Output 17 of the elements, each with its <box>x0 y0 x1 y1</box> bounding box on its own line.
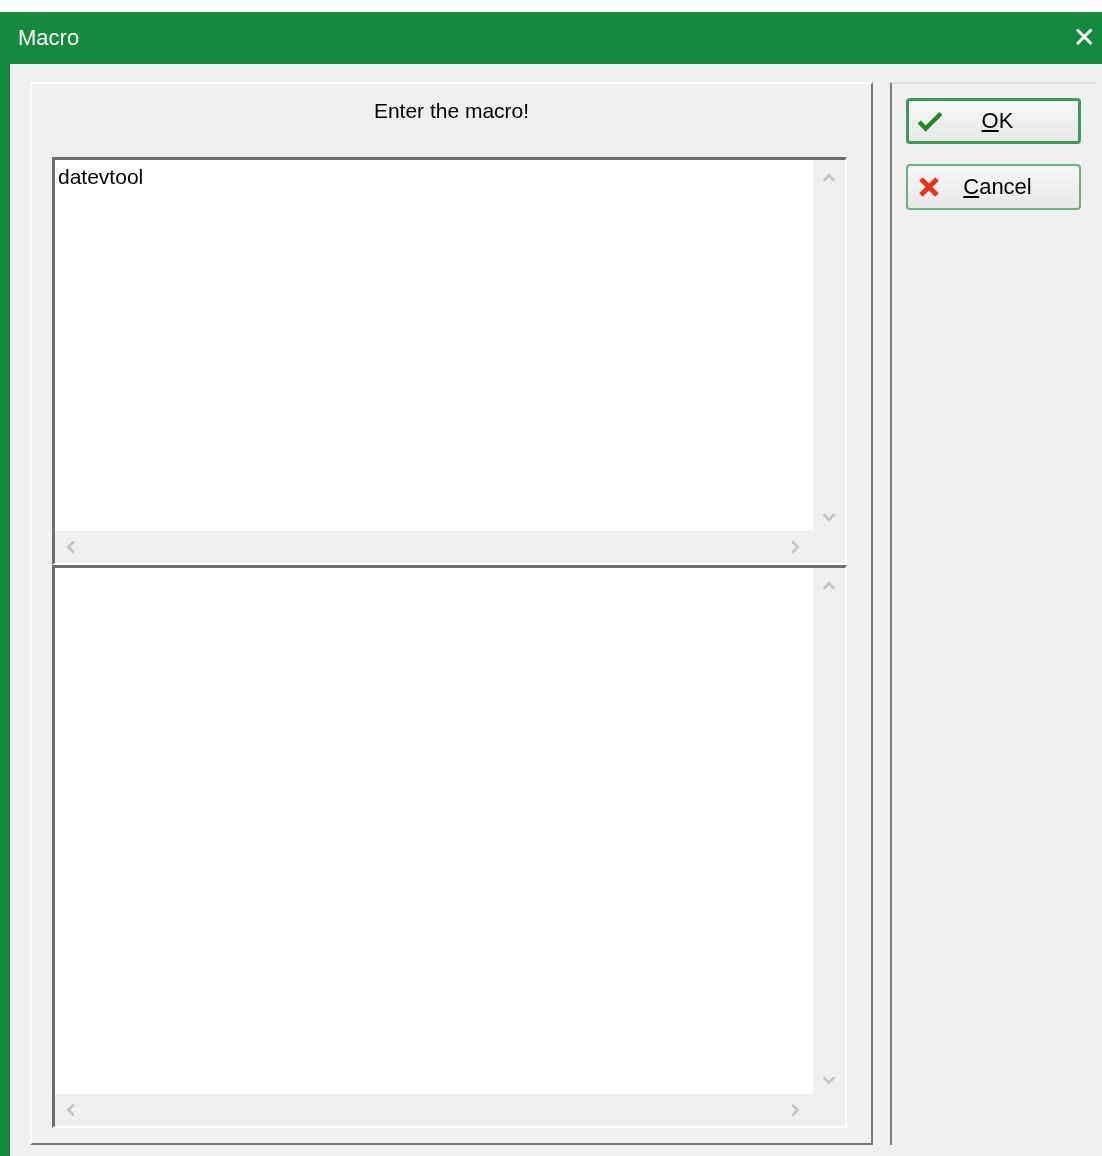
macro-editor[interactable]: datevtool <box>52 157 847 565</box>
scroll-right-icon[interactable] <box>790 539 801 555</box>
close-button[interactable]: ✕ <box>1066 24 1102 52</box>
prompt-label: Enter the macro! <box>373 99 530 123</box>
scroll-left-icon[interactable] <box>65 1102 76 1118</box>
scroll-down-icon[interactable] <box>821 1075 837 1086</box>
scroll-down-icon[interactable] <box>821 512 837 523</box>
cross-icon <box>916 175 942 199</box>
cancel-button[interactable]: Cancel <box>906 164 1081 210</box>
macro-editor[interactable] <box>52 565 847 1128</box>
scroll-up-icon[interactable] <box>821 172 837 183</box>
scroll-left-icon[interactable] <box>65 539 76 555</box>
scroll-up-icon[interactable] <box>821 580 837 591</box>
checkmark-icon <box>917 109 943 133</box>
window-title: Macro <box>17 25 80 51</box>
ok-button[interactable]: OK <box>906 98 1081 144</box>
scroll-right-icon[interactable] <box>790 1102 801 1118</box>
